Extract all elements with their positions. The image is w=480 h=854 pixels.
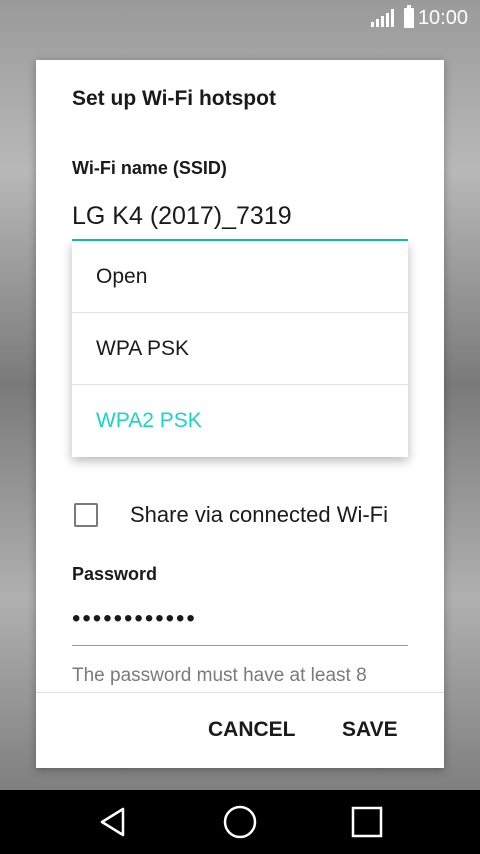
share-label: Share via connected Wi-Fi <box>130 502 388 527</box>
ssid-field[interactable]: LG K4 (2017)_7319 <box>72 202 292 231</box>
password-underline <box>72 645 408 646</box>
back-button[interactable] <box>93 802 133 842</box>
share-row[interactable]: Share via connected Wi-Fi <box>74 502 388 528</box>
save-button[interactable]: SAVE <box>342 718 398 742</box>
cancel-button[interactable]: CANCEL <box>208 718 296 742</box>
option-label: Open <box>96 264 148 288</box>
status-bar: 10:00 <box>0 0 480 36</box>
security-dropdown: Open WPA PSK WPA2 PSK <box>72 241 408 457</box>
security-option-wpa-psk[interactable]: WPA PSK <box>72 313 408 385</box>
password-field[interactable]: •••••••••••• <box>72 605 197 633</box>
battery-icon <box>403 5 414 28</box>
dialog-title: Set up Wi-Fi hotspot <box>72 87 276 110</box>
dialog-divider <box>36 692 444 693</box>
home-button[interactable] <box>220 802 260 842</box>
security-option-wpa2-psk[interactable]: WPA2 PSK <box>72 385 408 457</box>
security-option-open[interactable]: Open <box>72 241 408 313</box>
password-hint: The password must have at least 8 <box>72 665 367 686</box>
hotspot-dialog: Set up Wi-Fi hotspot Wi-Fi name (SSID) L… <box>36 60 444 768</box>
recents-icon <box>351 806 382 838</box>
navigation-bar <box>0 790 480 854</box>
recents-button[interactable] <box>347 802 387 842</box>
option-label: WPA PSK <box>96 336 189 360</box>
ssid-label: Wi-Fi name (SSID) <box>72 158 227 178</box>
signal-icon <box>370 9 394 27</box>
back-icon <box>101 807 125 837</box>
option-label: WPA2 PSK <box>96 409 202 432</box>
share-checkbox[interactable] <box>74 503 98 527</box>
home-icon <box>223 805 257 839</box>
status-time: 10:00 <box>417 6 468 29</box>
password-label: Password <box>72 564 158 584</box>
